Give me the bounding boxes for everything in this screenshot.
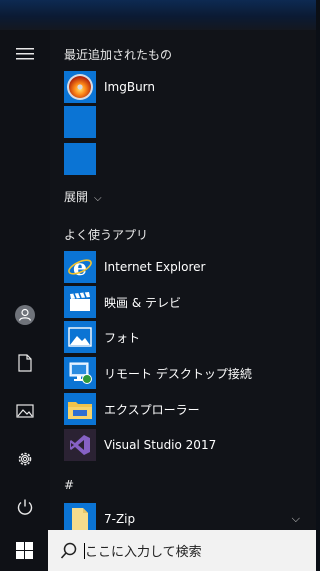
taskbar: ここに入力して検索 [0,530,316,571]
photos-icon [64,321,96,353]
windows-logo-icon [15,542,33,559]
start-rail [0,30,50,530]
pictures-button[interactable] [0,387,50,435]
blank-tile-icon [64,106,96,138]
svg-text:e: e [73,255,87,280]
search-placeholder: ここに入力して検索 [85,545,202,560]
user-account-button[interactable] [0,291,50,339]
visual-studio-icon [64,429,96,461]
pictures-icon [16,404,34,418]
app-label: Internet Explorer [104,260,206,274]
expand-label: 展開 [64,190,89,204]
gear-icon [18,452,32,466]
power-button[interactable] [0,483,50,531]
expand-button[interactable]: 展開 ⌵ [64,188,102,205]
desktop-background [0,0,316,30]
search-icon [60,542,77,559]
chevron-down-icon[interactable]: ⌵ [292,512,300,526]
hamburger-icon [16,48,34,60]
app-label: 映画 & テレビ [104,295,181,310]
start-button[interactable] [0,530,48,571]
app-label: フォト [104,330,141,345]
app-item-file-explorer[interactable]: エクスプローラー [64,393,316,425]
app-label: ImgBurn [104,80,156,94]
app-label: Visual Studio 2017 [104,438,217,452]
most-used-header: よく使うアプリ [64,228,149,242]
start-menu: 最近追加されたもの ImgBurn 展開 ⌵ よく使うアプリ e Interne… [0,30,316,535]
app-item-imgburn[interactable]: ImgBurn [64,71,316,103]
power-icon [17,499,33,515]
app-item-internet-explorer[interactable]: e Internet Explorer [64,251,316,283]
settings-button[interactable] [0,435,50,483]
app-item-visual-studio[interactable]: Visual Studio 2017 [64,429,316,461]
app-item-movies-tv[interactable]: 映画 & テレビ [64,286,316,318]
hamburger-menu-button[interactable] [0,30,50,78]
recently-added-header: 最近追加されたもの [64,48,173,62]
imgburn-icon [64,71,96,103]
internet-explorer-icon: e [64,251,96,283]
user-avatar-icon [15,305,35,325]
file-explorer-icon [64,393,96,425]
app-item-blank-2[interactable] [64,143,316,175]
movies-tv-icon [64,286,96,318]
search-box[interactable]: ここに入力して検索 [48,530,316,571]
document-icon [18,354,32,372]
app-label: リモート デスクトップ接続 [104,366,252,381]
remote-desktop-icon [64,357,96,389]
documents-button[interactable] [0,339,50,387]
app-item-blank-1[interactable] [64,106,316,138]
alphabet-header-hash[interactable]: # [64,478,74,492]
app-item-photos[interactable]: フォト [64,321,316,353]
blank-tile-icon [64,143,96,175]
app-item-remote-desktop[interactable]: リモート デスクトップ接続 [64,357,316,389]
app-label: 7-Zip [104,512,136,526]
app-label: エクスプローラー [104,402,200,417]
chevron-down-icon: ⌵ [94,193,102,204]
